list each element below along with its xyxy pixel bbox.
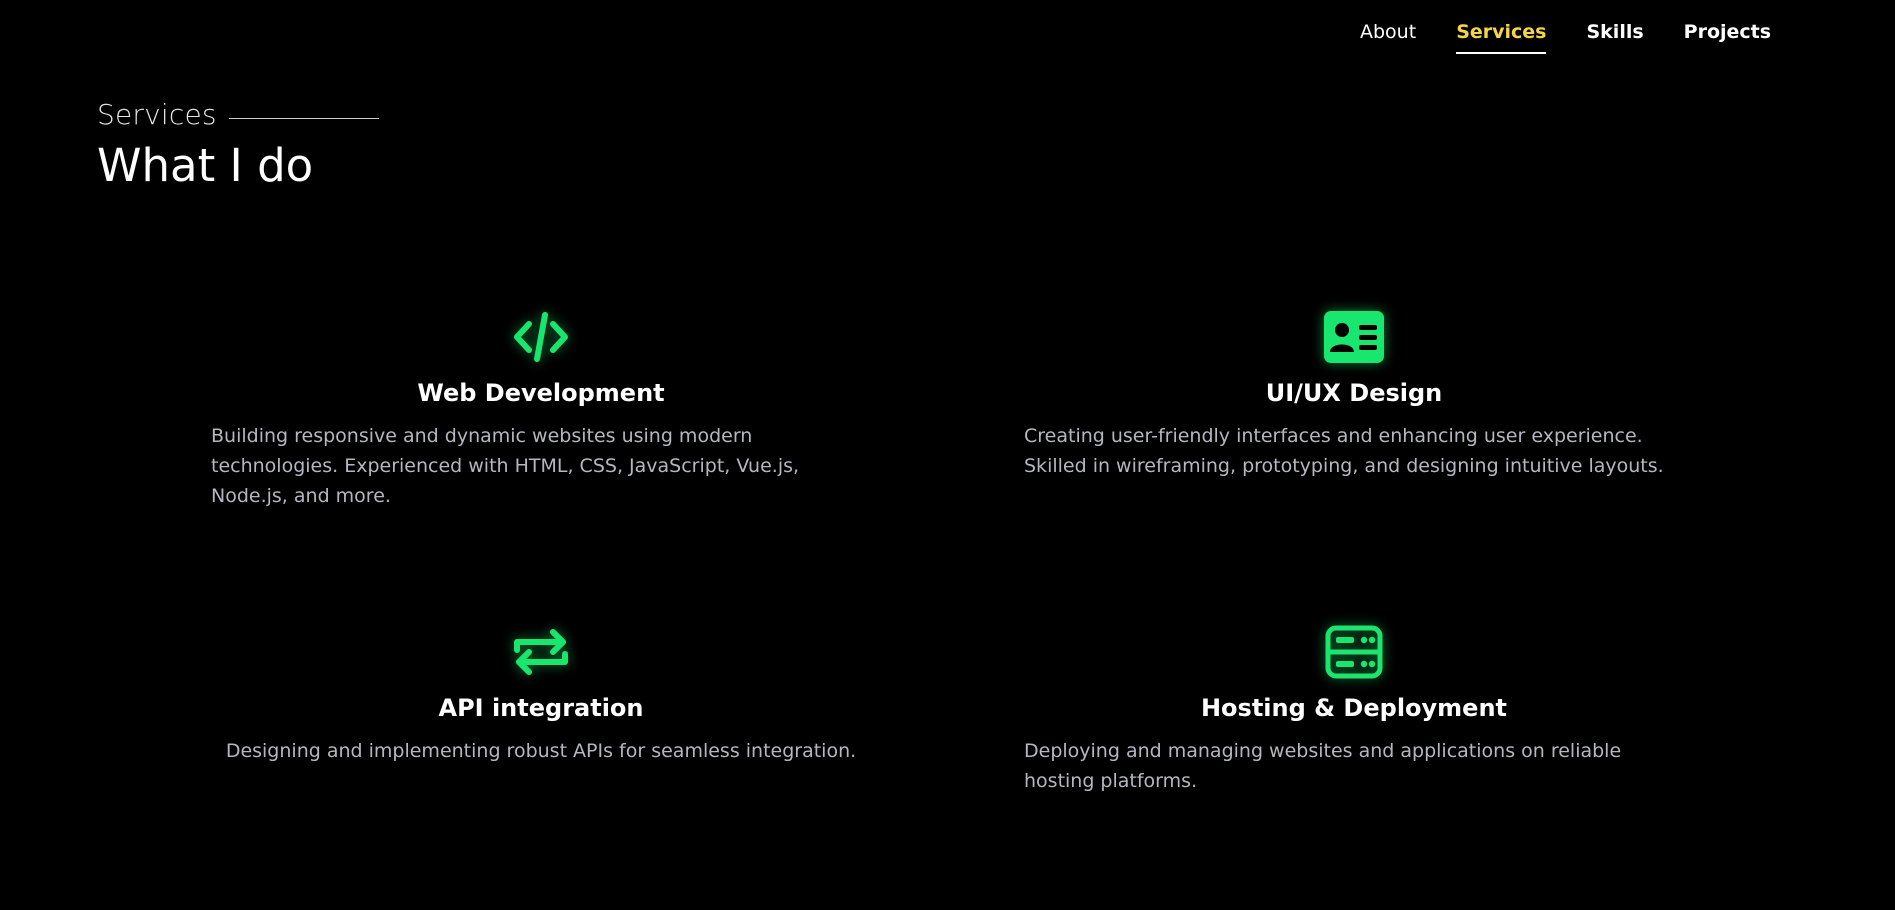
service-card-ui-ux-design: UI/UX Design Creating user-friendly inte… <box>994 305 1714 481</box>
code-icon <box>514 312 568 362</box>
service-description: Building responsive and dynamic websites… <box>211 425 800 507</box>
service-card-api-integration: API integration Designing and implementi… <box>181 620 901 766</box>
nav-link-about[interactable]: About <box>1340 20 1436 44</box>
section-headline: What I do <box>97 139 314 192</box>
service-card-hosting-deployment: Hosting & Deployment Deploying and manag… <box>994 620 1714 796</box>
service-description: Designing and implementing robust APIs f… <box>225 740 857 762</box>
service-title: Web Development <box>417 379 665 407</box>
eyebrow-divider <box>228 118 379 119</box>
service-description: Creating user-friendly interfaces and en… <box>1024 425 1664 477</box>
nav-link-projects[interactable]: Projects <box>1664 20 1791 44</box>
swap-arrows-icon <box>514 629 568 675</box>
section-eyebrow-label: Services <box>97 98 217 131</box>
service-title: API integration <box>438 694 644 722</box>
section-header: Services What I do <box>97 98 379 193</box>
nav-link-services[interactable]: Services <box>1436 20 1566 54</box>
service-description: Deploying and managing websites and appl… <box>1024 740 1622 792</box>
nav-link-skills[interactable]: Skills <box>1566 20 1663 44</box>
page: About Services Skills Projects Services … <box>0 0 1895 910</box>
top-nav: About Services Skills Projects <box>1340 20 1791 54</box>
service-card-web-development: Web Development Building responsive and … <box>181 305 901 511</box>
id-card-icon <box>1324 311 1384 363</box>
server-icon <box>1325 625 1383 679</box>
service-title: UI/UX Design <box>1265 379 1443 407</box>
section-eyebrow: Services <box>97 98 379 131</box>
service-title: Hosting & Deployment <box>1200 694 1508 722</box>
